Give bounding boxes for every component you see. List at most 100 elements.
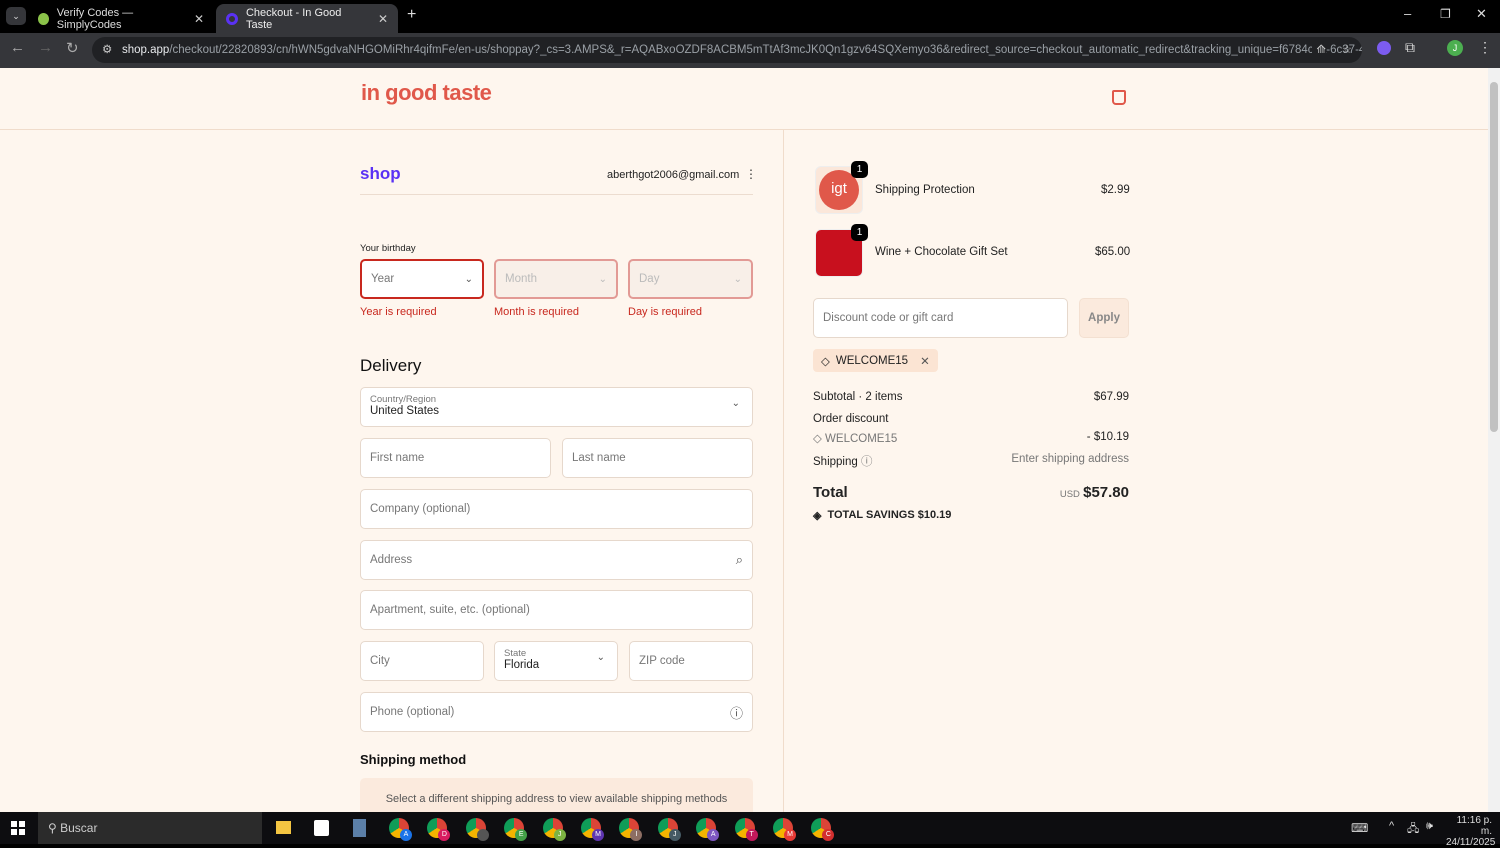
forward-icon[interactable]: → bbox=[38, 39, 53, 56]
checkout-page: in good taste shop aberthgot2006@gmail.c… bbox=[0, 68, 1488, 812]
account-menu-icon[interactable]: ⋮ bbox=[745, 167, 757, 181]
shipping-method-heading: Shipping method bbox=[360, 752, 467, 767]
state-value: Florida bbox=[504, 659, 540, 671]
scrollbar[interactable] bbox=[1488, 68, 1500, 812]
total-label: Total bbox=[813, 484, 848, 501]
placeholder: Address bbox=[370, 554, 413, 566]
last-name-input[interactable]: Last name bbox=[562, 438, 753, 478]
menu-icon[interactable]: ⋮ bbox=[1478, 39, 1492, 56]
chrome-taskbar-icon[interactable]: M bbox=[773, 818, 796, 841]
restore-button[interactable]: ❐ bbox=[1440, 7, 1451, 21]
country-select[interactable]: Country/Region United States ⌄ bbox=[360, 387, 753, 427]
discount-amount: - $10.19 bbox=[1086, 431, 1129, 443]
tag-icon: ◇ bbox=[813, 433, 826, 445]
chevron-up-icon[interactable]: ^ bbox=[1389, 820, 1394, 832]
chevron-down-icon: ⌄ bbox=[598, 273, 607, 285]
savings-tag-icon: ◈ bbox=[813, 510, 822, 522]
profile-badge: J bbox=[553, 829, 566, 841]
chrome-taskbar-icon[interactable]: M bbox=[581, 818, 604, 841]
cart-bag-icon[interactable] bbox=[1112, 90, 1126, 105]
state-label: State bbox=[504, 648, 527, 659]
network-icon[interactable]: 🖧 bbox=[1407, 820, 1419, 839]
chrome-taskbar-icon[interactable]: D bbox=[427, 818, 451, 841]
close-tab-icon[interactable]: ✕ bbox=[194, 12, 204, 26]
day-select[interactable]: Day ⌄ bbox=[628, 259, 753, 299]
file-explorer-icon[interactable] bbox=[276, 821, 291, 834]
year-error: Year is required bbox=[360, 306, 437, 318]
url-input[interactable]: ⚙ shop.app/checkout/22820893/cn/hWN5gdva… bbox=[92, 37, 1362, 63]
shipping-label: Shipping bbox=[813, 456, 858, 468]
clock[interactable]: 11:16 p. m. 24/11/2025 bbox=[1446, 815, 1496, 848]
apply-button[interactable]: Apply bbox=[1079, 298, 1129, 338]
tab-checkout[interactable]: Checkout - In Good Taste ✕ bbox=[216, 4, 398, 33]
shop-favicon-icon bbox=[226, 12, 238, 25]
chevron-down-icon: ⌄ bbox=[596, 652, 605, 663]
account-email: aberthgot2006@gmail.com bbox=[607, 169, 740, 181]
extensions-puzzle-icon[interactable]: ⧉ bbox=[1405, 39, 1415, 56]
help-circle-icon[interactable]: ⓘ bbox=[861, 456, 873, 468]
url-host: shop.app bbox=[122, 44, 170, 56]
calculator-icon[interactable] bbox=[353, 819, 366, 837]
tab-search-button[interactable]: ⌄ bbox=[6, 7, 26, 25]
city-input[interactable]: City bbox=[360, 641, 484, 681]
remove-discount-icon[interactable]: ✕ bbox=[920, 354, 930, 368]
zip-input[interactable]: ZIP code bbox=[629, 641, 753, 681]
day-value: Day bbox=[639, 273, 660, 285]
chrome-taskbar-icon[interactable]: J bbox=[542, 818, 566, 841]
delivery-heading: Delivery bbox=[360, 356, 422, 375]
keyboard-icon[interactable]: ⌨ bbox=[1351, 821, 1368, 835]
chrome-taskbar-icon[interactable]: T bbox=[734, 818, 758, 841]
close-window-button[interactable]: ✕ bbox=[1476, 6, 1487, 22]
reload-icon[interactable]: ↻ bbox=[66, 39, 79, 57]
first-name-input[interactable]: First name bbox=[360, 438, 551, 478]
profile-badge: T bbox=[745, 829, 758, 841]
profile-badge: J bbox=[668, 829, 681, 841]
new-tab-button[interactable]: + bbox=[407, 6, 416, 24]
chrome-taskbar-icon[interactable]: I bbox=[619, 818, 643, 841]
volume-icon[interactable]: 🕪 bbox=[1426, 820, 1433, 833]
discount-code-input[interactable]: Discount code or gift card bbox=[813, 298, 1068, 338]
chrome-taskbar-icon[interactable]: E bbox=[504, 818, 528, 841]
minimize-button[interactable]: – bbox=[1404, 6, 1411, 21]
help-circle-icon[interactable]: ⓘ bbox=[730, 703, 743, 722]
phone-input[interactable]: Phone (optional) ⓘ bbox=[360, 692, 753, 732]
subtotal-value: $67.99 bbox=[1093, 391, 1129, 403]
simplycodes-favicon-icon bbox=[38, 12, 49, 25]
store-logo[interactable]: in good taste bbox=[361, 80, 492, 106]
profile-badge bbox=[476, 829, 489, 841]
site-info-icon[interactable]: ⚙ bbox=[102, 37, 112, 63]
windows-start-icon[interactable] bbox=[11, 821, 25, 835]
placeholder: ZIP code bbox=[639, 655, 685, 667]
chrome-taskbar-icon[interactable]: J bbox=[657, 818, 681, 841]
chrome-taskbar-icon[interactable] bbox=[465, 818, 489, 841]
address-input[interactable]: Address ⌕ bbox=[360, 540, 753, 580]
store-icon[interactable] bbox=[314, 820, 329, 836]
month-select[interactable]: Month ⌄ bbox=[494, 259, 618, 299]
chrome-taskbar-icon[interactable]: A bbox=[389, 818, 412, 841]
scrollbar-thumb[interactable] bbox=[1490, 82, 1498, 432]
bookmark-star-icon[interactable]: ☆ bbox=[1342, 37, 1352, 63]
year-select[interactable]: Year ⌄ bbox=[360, 259, 484, 299]
profile-badge: A bbox=[400, 829, 412, 841]
back-icon[interactable]: ← bbox=[10, 39, 25, 56]
tab-simplycodes[interactable]: Verify Codes — SimplyCodes ✕ bbox=[28, 4, 214, 33]
chevron-down-icon: ⌄ bbox=[464, 273, 473, 285]
apartment-input[interactable]: Apartment, suite, etc. (optional) bbox=[360, 590, 753, 630]
date: 24/11/2025 bbox=[1446, 837, 1496, 848]
tab-bar: ⌄ Verify Codes — SimplyCodes ✕ Checkout -… bbox=[0, 0, 1500, 33]
taskbar-search[interactable]: ⚲ Buscar bbox=[38, 812, 262, 844]
tag-icon: ◇ bbox=[821, 355, 830, 368]
time: 11:16 p. m. bbox=[1456, 815, 1492, 837]
extension-icon[interactable] bbox=[1377, 41, 1391, 55]
chrome-taskbar-icon[interactable]: C bbox=[811, 818, 835, 841]
close-tab-icon[interactable]: ✕ bbox=[378, 12, 388, 26]
profile-badge: M bbox=[592, 829, 604, 841]
profile-avatar[interactable]: J bbox=[1447, 40, 1463, 56]
state-select[interactable]: State Florida ⌄ bbox=[494, 641, 618, 681]
company-input[interactable]: Company (optional) bbox=[360, 489, 753, 529]
month-error: Month is required bbox=[494, 306, 579, 318]
chrome-taskbar-icon[interactable]: A bbox=[696, 818, 720, 841]
year-value: Year bbox=[371, 273, 395, 285]
translate-icon[interactable]: ⟰ bbox=[1312, 37, 1326, 63]
total-savings: TOTAL SAVINGS $10.19 bbox=[827, 509, 952, 521]
